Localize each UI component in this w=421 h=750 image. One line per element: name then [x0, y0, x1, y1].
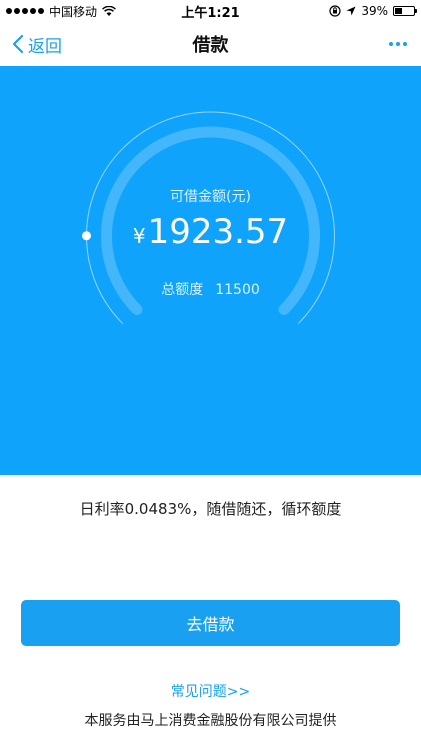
available-amount-value: 1923.57	[147, 212, 289, 252]
borrow-button[interactable]: 去借款	[21, 600, 400, 646]
currency-symbol: ¥	[132, 224, 146, 248]
battery-icon	[393, 6, 417, 16]
signal-strength-icon	[6, 8, 44, 14]
interest-rate-info: 日利率0.0483%，随借随还，循环额度	[79, 500, 342, 518]
chevron-left-icon	[12, 34, 24, 54]
credit-summary-panel: 可借金额(元) ¥ 1923.57 总额度 11500	[0, 66, 421, 475]
battery-percent: 39%	[361, 4, 388, 18]
faq-link[interactable]: 常见问题>>	[0, 681, 421, 701]
total-limit: 总额度 11500	[0, 279, 421, 299]
available-amount-label: 可借金额(元)	[170, 189, 251, 205]
page-title: 借款	[192, 35, 229, 56]
total-limit-label: 总额度	[161, 282, 204, 298]
total-limit-value: 11500	[215, 282, 260, 298]
location-arrow-icon	[346, 6, 356, 16]
more-dots-icon	[389, 42, 393, 46]
status-left: 中国移动	[6, 3, 116, 20]
more-options-button[interactable]	[389, 22, 407, 66]
back-button[interactable]: 返回	[12, 22, 62, 66]
rotation-lock-icon	[329, 5, 341, 17]
available-amount: ¥ 1923.57	[0, 212, 421, 252]
credit-gauge	[82, 111, 335, 325]
status-bar: 中国移动 39% 上午1:21	[0, 0, 421, 22]
service-provider-note: 本服务由马上消费金融股份有限公司提供	[84, 713, 337, 729]
status-right: 39%	[329, 4, 417, 18]
back-label: 返回	[28, 36, 62, 57]
wifi-icon	[102, 5, 116, 16]
carrier-name: 中国移动	[49, 4, 98, 19]
navigation-bar: 返回 借款	[0, 22, 421, 66]
